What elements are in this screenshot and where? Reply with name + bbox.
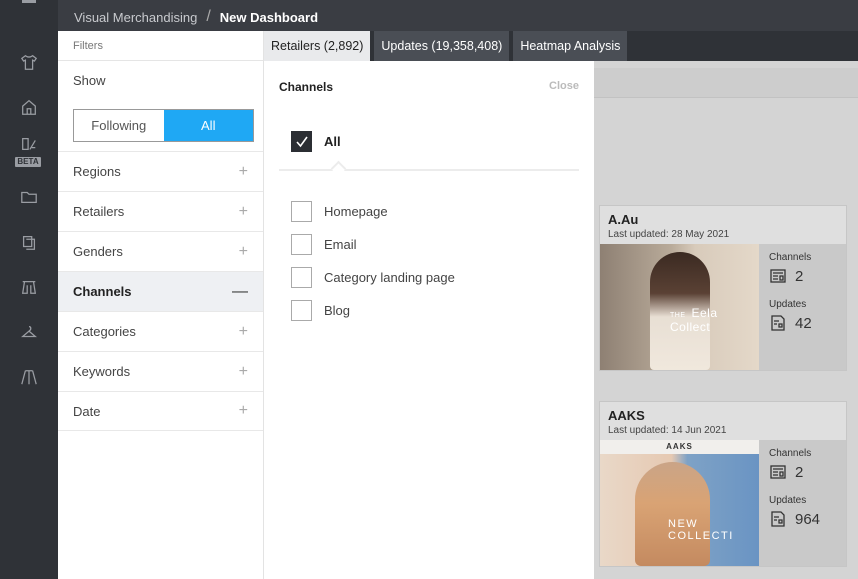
channels-icon <box>770 269 786 283</box>
facet-label: Channels <box>73 284 132 299</box>
filters-sidebar: Filters Show Following All Regions + Reta… <box>58 31 264 579</box>
tab-heatmap-analysis[interactable]: Heatmap Analysis <box>513 31 628 61</box>
checkbox-email[interactable] <box>291 234 312 255</box>
facet-keywords[interactable]: Keywords + <box>58 351 263 391</box>
channels-count: 2 <box>795 267 804 285</box>
thumbnail-nav-text: AAKS <box>600 440 759 454</box>
checkbox-blog[interactable] <box>291 300 312 321</box>
facet-label: Categories <box>73 324 136 339</box>
breadcrumb-parent-link[interactable]: Visual Merchandising <box>74 10 197 25</box>
grid-toolbar <box>594 68 858 98</box>
copy-icon[interactable] <box>19 232 39 252</box>
channels-filter-panel: Channels Close All Homepage Email Catego… <box>264 61 594 579</box>
breadcrumb-separator: / <box>206 8 211 25</box>
expand-icon[interactable]: + <box>239 163 248 181</box>
view-tabs: Retailers (2,892) Updates (19,358,408) H… <box>264 31 631 61</box>
beta-feature-icon[interactable] <box>19 134 39 154</box>
panel-title: Channels <box>279 80 334 94</box>
channels-label: Channels <box>769 448 812 459</box>
updates-label: Updates <box>769 495 807 506</box>
top-bar: Visual Merchandising / New Dashboard <box>58 0 858 31</box>
divider <box>279 169 579 171</box>
facet-list: Regions + Retailers + Genders + Channels — C… <box>58 151 263 431</box>
option-label: Category landing page <box>324 270 455 285</box>
runway-icon[interactable] <box>19 367 39 387</box>
updates-label: Updates <box>769 299 807 310</box>
breadcrumb-current: New Dashboard <box>219 9 319 25</box>
store-icon[interactable] <box>19 97 39 117</box>
option-email[interactable]: Email <box>291 228 455 261</box>
tab-retailers[interactable]: Retailers (2,892) <box>264 31 371 61</box>
retailer-thumbnail[interactable]: THE Eela Collect <box>600 244 759 370</box>
option-category-landing-page[interactable]: Category landing page <box>291 261 455 294</box>
last-updated: Last updated: 28 May 2021 <box>608 229 730 240</box>
menu-icon[interactable] <box>22 0 36 3</box>
facet-label: Keywords <box>73 364 131 379</box>
channels-label: Channels <box>769 252 812 263</box>
show-label: Show <box>73 73 106 88</box>
facet-genders[interactable]: Genders + <box>58 231 263 271</box>
option-blog[interactable]: Blog <box>291 294 455 327</box>
facet-label: Date <box>73 403 101 419</box>
facet-categories[interactable]: Categories + <box>58 311 263 351</box>
option-label: Homepage <box>324 204 388 219</box>
expand-icon[interactable]: + <box>239 323 248 341</box>
toggle-all-button[interactable]: All <box>163 110 253 141</box>
filters-heading: Filters <box>58 31 263 61</box>
option-all[interactable]: All <box>291 131 341 152</box>
facet-label: Retailers <box>73 204 125 219</box>
retailer-name: AAKS <box>608 408 645 423</box>
clothes-rack-icon[interactable] <box>19 277 39 297</box>
retailer-card[interactable]: A.Au Last updated: 28 May 2021 THE Eela C… <box>599 205 847 371</box>
shirt-icon[interactable] <box>19 52 39 72</box>
tab-updates[interactable]: Updates (19,358,408) <box>374 31 510 61</box>
expand-icon[interactable]: + <box>239 203 248 221</box>
option-homepage[interactable]: Homepage <box>291 195 455 228</box>
folder-icon[interactable] <box>19 187 39 207</box>
updates-icon <box>771 315 785 331</box>
facet-label: Regions <box>73 164 121 179</box>
last-updated: Last updated: 14 Jun 2021 <box>608 425 727 436</box>
hanger-icon[interactable] <box>19 322 39 342</box>
expand-icon[interactable]: + <box>239 363 248 381</box>
toggle-following-button[interactable]: Following <box>74 110 164 141</box>
icon-rail: BETA <box>0 0 58 579</box>
checkbox-category-landing-page[interactable] <box>291 267 312 288</box>
channels-icon <box>770 465 786 479</box>
facet-date[interactable]: Date + <box>58 391 263 431</box>
beta-badge: BETA <box>15 157 41 167</box>
updates-count: 964 <box>795 510 821 528</box>
retailer-name: A.Au <box>608 212 639 227</box>
thumbnail-text: NEW COLLECTI <box>668 518 734 542</box>
expand-icon[interactable]: + <box>239 243 248 261</box>
breadcrumb: Visual Merchandising / New Dashboard <box>74 8 318 26</box>
thumbnail-text-small: THE <box>670 312 686 319</box>
show-toggle: Following All <box>73 109 254 142</box>
retailer-stats: Channels 2 Updates 964 <box>759 440 846 566</box>
facet-retailers[interactable]: Retailers + <box>58 191 263 231</box>
facet-regions[interactable]: Regions + <box>58 151 263 191</box>
expand-icon[interactable]: + <box>239 402 248 420</box>
collapse-icon[interactable]: — <box>232 283 248 301</box>
option-label: Blog <box>324 303 351 318</box>
retailer-card[interactable]: AAKS Last updated: 14 Jun 2021 AAKS NEW … <box>599 401 847 567</box>
updates-count: 42 <box>795 314 812 332</box>
channel-options: Homepage Email Category landing page Blo… <box>291 195 455 327</box>
channels-count: 2 <box>795 463 804 481</box>
option-label: All <box>324 134 341 149</box>
checkbox-all[interactable] <box>291 131 312 152</box>
close-button[interactable]: Close <box>549 80 579 92</box>
thumbnail-text: Eela Collect <box>670 306 718 334</box>
retailer-thumbnail[interactable]: AAKS NEW COLLECTI <box>600 440 759 566</box>
checkmark-icon <box>295 136 308 147</box>
retailer-stats: Channels 2 Updates 42 <box>759 244 846 370</box>
updates-icon <box>771 511 785 527</box>
retailer-grid: A.Au Last updated: 28 May 2021 THE Eela C… <box>594 61 858 579</box>
facet-label: Genders <box>73 244 123 259</box>
facet-channels[interactable]: Channels — <box>58 271 263 311</box>
checkbox-homepage[interactable] <box>291 201 312 222</box>
option-label: Email <box>324 237 357 252</box>
